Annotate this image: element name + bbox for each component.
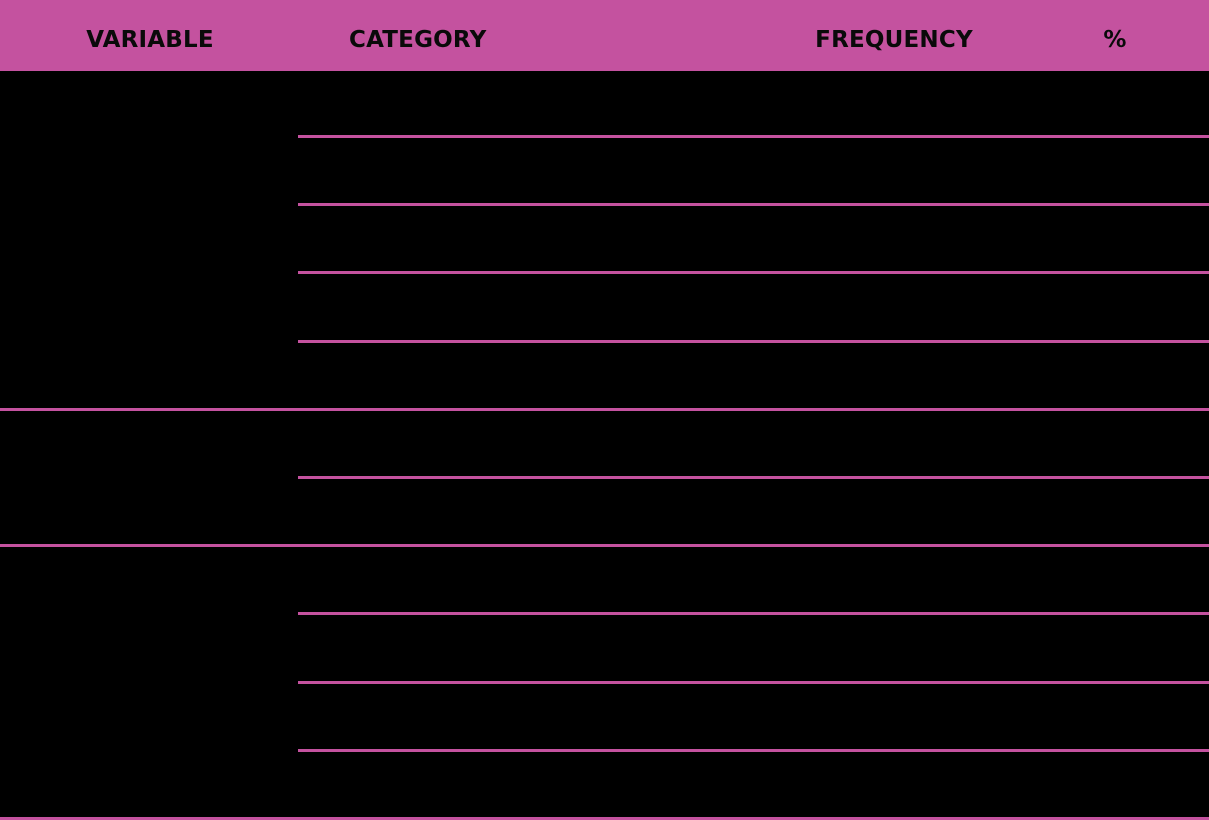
- column-header-percent: %: [1103, 27, 1127, 53]
- group-divider: [0, 544, 1209, 547]
- table-header: VARIABLE CATEGORY FREQUENCY %: [0, 0, 1209, 71]
- row-divider: [298, 749, 1209, 752]
- row-divider: [298, 203, 1209, 206]
- row-divider: [298, 681, 1209, 684]
- row-divider: [298, 612, 1209, 615]
- group-divider: [0, 408, 1209, 411]
- row-divider: [298, 476, 1209, 479]
- row-divider: [298, 271, 1209, 274]
- row-divider: [298, 135, 1209, 138]
- row-divider: [298, 340, 1209, 343]
- column-header-category: CATEGORY: [349, 27, 487, 53]
- column-header-variable: VARIABLE: [86, 27, 214, 53]
- table-body: [0, 71, 1209, 820]
- column-header-frequency: FREQUENCY: [815, 27, 973, 53]
